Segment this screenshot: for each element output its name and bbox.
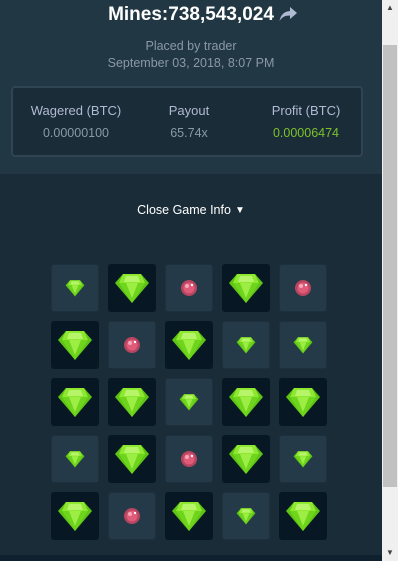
grid-tile — [279, 264, 327, 312]
gem-icon — [236, 508, 256, 525]
gem-icon — [286, 502, 320, 531]
close-game-info-button[interactable]: Close Game Info ▼ — [0, 203, 382, 217]
gem-icon — [115, 274, 149, 303]
grid-tile — [108, 378, 156, 426]
grid-tile — [108, 321, 156, 369]
grid-tile — [279, 435, 327, 483]
wagered-label: Wagered (BTC) — [30, 103, 122, 118]
mine-icon — [181, 280, 197, 296]
payout-stat: Payout 65.74x — [133, 103, 245, 140]
gem-icon — [65, 451, 85, 468]
grid-tile — [279, 492, 327, 540]
gem-icon — [58, 331, 92, 360]
grid-tile — [165, 264, 213, 312]
scrollbar-thumb[interactable] — [383, 45, 397, 487]
gem-icon — [115, 388, 149, 417]
profit-value: 0.00006474 — [272, 126, 340, 140]
close-game-info-label: Close Game Info — [137, 203, 231, 217]
grid-tile — [165, 435, 213, 483]
game-info-panel: Mines:738,543,024 Placed by trader Septe… — [0, 0, 382, 174]
scroll-up-arrow-icon[interactable]: ▲ — [382, 0, 398, 16]
mine-icon — [124, 337, 140, 353]
gem-icon — [58, 388, 92, 417]
game-title: Mines:738,543,024 — [108, 4, 274, 25]
grid-tile — [222, 492, 270, 540]
payout-label: Payout — [168, 103, 210, 118]
grid-tile — [51, 492, 99, 540]
share-arrow-icon[interactable] — [278, 5, 298, 23]
gem-icon — [58, 502, 92, 531]
bottom-strip — [0, 555, 382, 561]
grid-tile — [108, 264, 156, 312]
gem-icon — [293, 451, 313, 468]
grid-tile — [279, 378, 327, 426]
grid-tile — [222, 378, 270, 426]
gem-icon — [229, 445, 263, 474]
profit-label: Profit (BTC) — [271, 103, 341, 118]
gem-icon — [236, 337, 256, 354]
gem-icon — [293, 337, 313, 354]
scrollbar[interactable]: ▲ ▼ — [382, 0, 398, 561]
gem-icon — [229, 274, 263, 303]
placed-by: Placed by trader — [145, 39, 237, 53]
scroll-down-arrow-icon[interactable]: ▼ — [382, 545, 398, 561]
gem-icon — [115, 445, 149, 474]
grid-tile — [51, 264, 99, 312]
gem-icon — [65, 280, 85, 297]
grid-tile — [222, 435, 270, 483]
gem-icon — [229, 388, 263, 417]
grid-tile — [165, 321, 213, 369]
grid-tile — [51, 435, 99, 483]
grid-tile — [279, 321, 327, 369]
bet-stats: Wagered (BTC) 0.00000100 Payout 65.74x P… — [11, 86, 363, 157]
chevron-down-icon: ▼ — [234, 205, 245, 216]
gem-icon — [286, 388, 320, 417]
mines-grid — [51, 264, 327, 540]
bet-date: September 03, 2018, 8:07 PM — [107, 56, 275, 70]
grid-tile — [108, 492, 156, 540]
mine-icon — [124, 508, 140, 524]
grid-tile — [108, 435, 156, 483]
grid-tile — [222, 321, 270, 369]
wagered-stat: Wagered (BTC) 0.00000100 — [21, 103, 131, 140]
grid-tile — [51, 321, 99, 369]
grid-tile — [165, 492, 213, 540]
mine-icon — [295, 280, 311, 296]
gem-icon — [172, 502, 206, 531]
mine-icon — [181, 451, 197, 467]
payout-value: 65.74x — [170, 126, 208, 140]
profit-stat: Profit (BTC) 0.00006474 — [251, 103, 361, 140]
grid-tile — [51, 378, 99, 426]
gem-icon — [172, 331, 206, 360]
grid-tile — [165, 378, 213, 426]
gem-icon — [179, 394, 199, 411]
wagered-value: 0.00000100 — [42, 126, 110, 140]
grid-tile — [222, 264, 270, 312]
